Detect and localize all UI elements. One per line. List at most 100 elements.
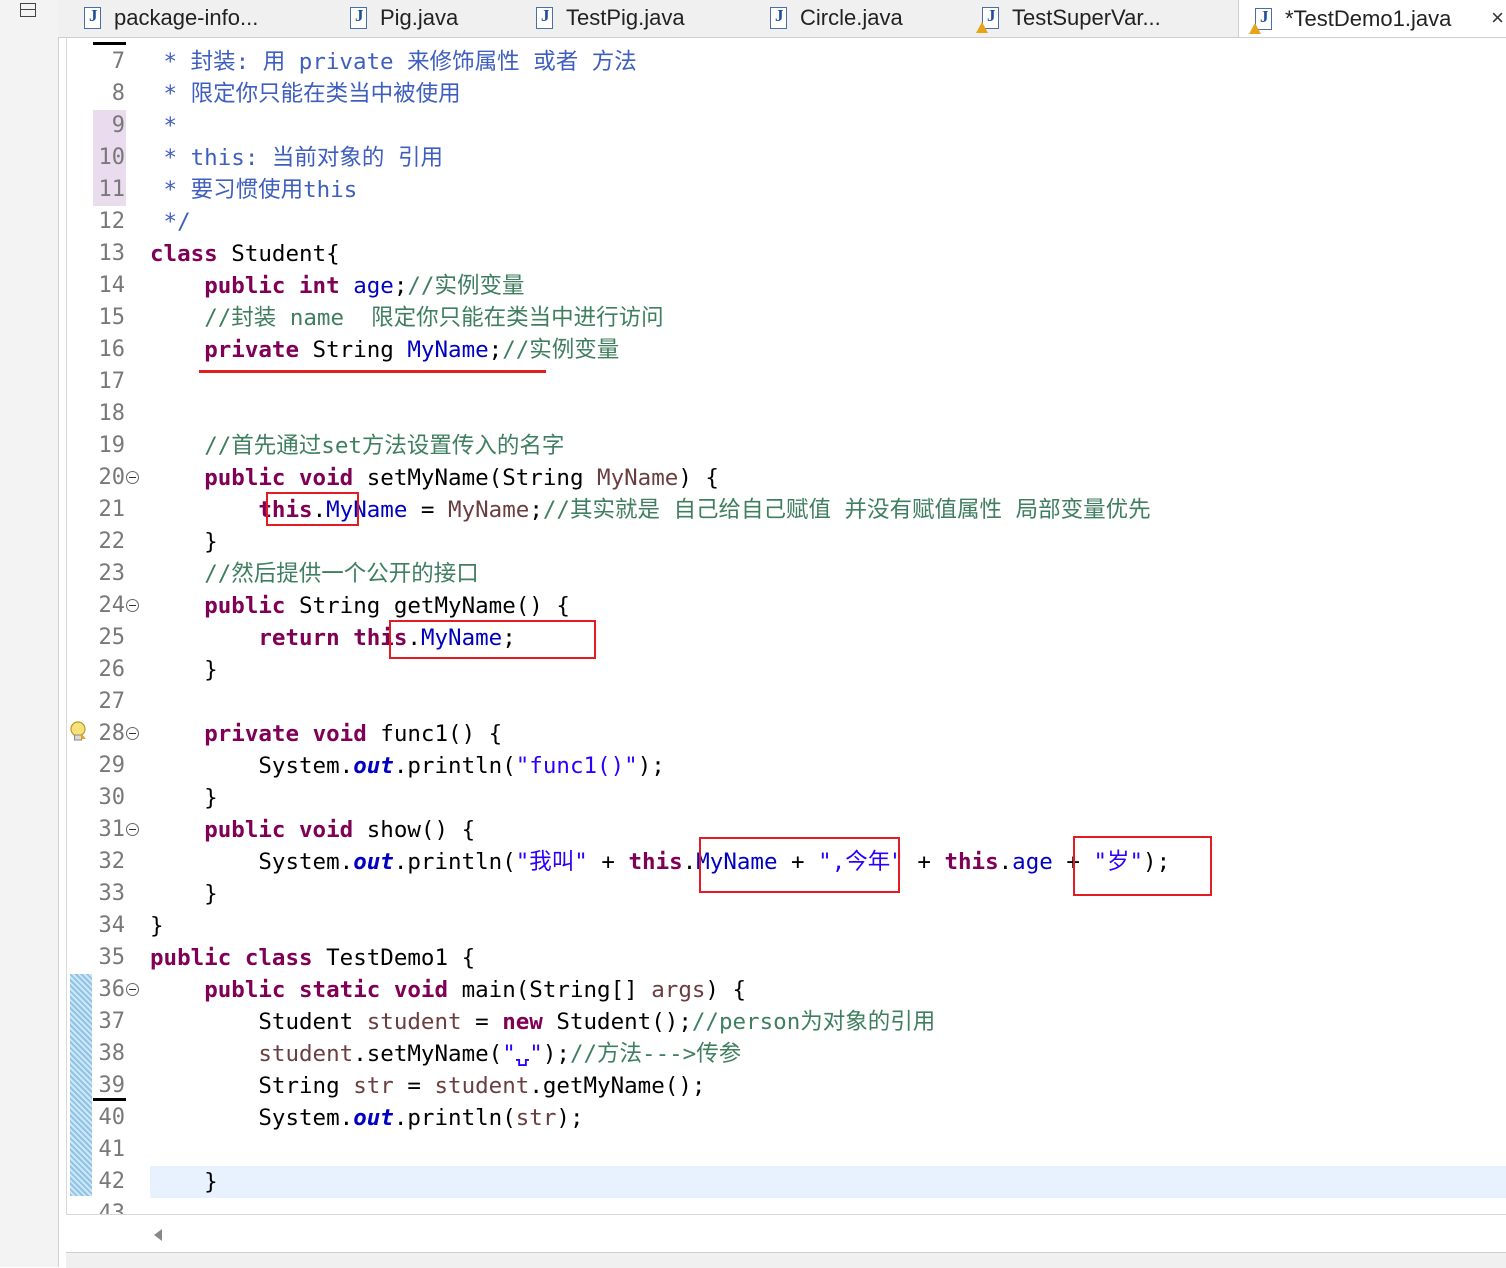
code-line: * 限定你只能在类当中被使用 bbox=[150, 78, 461, 110]
java-file-warning-icon: J bbox=[1249, 6, 1275, 34]
tab-pig-java[interactable]: J Pig.java bbox=[348, 0, 458, 36]
code-editor[interactable]: 7 8 9 10 11 12 13 14 15 16 17 18 19 20 21 22 23 24 25 26 27 2… bbox=[66, 38, 1506, 1214]
code-line: } bbox=[150, 878, 218, 910]
line-number: 33 bbox=[98, 881, 126, 906]
fold-collapse-icon[interactable] bbox=[126, 983, 139, 996]
fold-collapse-icon[interactable] bbox=[126, 823, 139, 836]
code-token: . bbox=[682, 849, 697, 875]
line-number: 36 bbox=[98, 977, 126, 1002]
tab-label: TestPig.java bbox=[566, 5, 685, 30]
code-line: //首先通过set方法设置传入的名字 bbox=[150, 430, 564, 462]
fold-collapse-icon[interactable] bbox=[126, 599, 139, 612]
tab-label: TestSuperVar... bbox=[1012, 5, 1161, 30]
java-file-icon: J bbox=[768, 5, 790, 31]
code-token: = bbox=[461, 1009, 503, 1035]
code-token: func1() { bbox=[366, 721, 503, 747]
code-token: = bbox=[407, 497, 449, 523]
code-token: * 封装: 用 private 来修饰属性 或者 方法 bbox=[150, 49, 637, 75]
code-token: MyName bbox=[597, 465, 679, 491]
line-number: 27 bbox=[98, 689, 126, 714]
code-token: class bbox=[150, 241, 218, 267]
code-line: public String getMyName() { bbox=[150, 590, 570, 622]
close-tab-icon[interactable]: × bbox=[1491, 5, 1504, 31]
code-token: student bbox=[258, 1041, 354, 1067]
code-token: void bbox=[299, 465, 354, 491]
code-token: } bbox=[150, 785, 218, 811]
horizontal-scrollbar[interactable] bbox=[66, 1214, 1506, 1253]
code-token: //方法--->传参 bbox=[569, 1041, 742, 1067]
line-number: 24 bbox=[98, 593, 126, 618]
scroll-left-icon[interactable] bbox=[154, 1229, 162, 1241]
code-token: * 限定你只能在类当中被使用 bbox=[150, 81, 461, 107]
line-number: 23 bbox=[98, 561, 126, 586]
line-number: 20 bbox=[98, 465, 126, 490]
line-number: 25 bbox=[98, 625, 126, 650]
line-number: 31 bbox=[98, 817, 126, 842]
code-token: public bbox=[204, 273, 286, 299]
tab-testdemo1-java[interactable]: J *TestDemo1.java × bbox=[1238, 0, 1506, 37]
code-token: out bbox=[353, 849, 394, 875]
fold-collapse-icon[interactable] bbox=[126, 727, 139, 740]
code-token: TestDemo1 { bbox=[312, 945, 476, 971]
code-token: show() { bbox=[353, 817, 476, 843]
tab-package-info[interactable]: J package-info... bbox=[82, 0, 258, 36]
tab-label: package-info... bbox=[114, 5, 259, 30]
code-token: "我叫" bbox=[515, 849, 588, 875]
code-line: //然后提供一个公开的接口 bbox=[150, 558, 479, 590]
code-token: void bbox=[393, 977, 449, 1003]
code-token: student bbox=[434, 1073, 530, 1099]
code-token: System. bbox=[150, 753, 354, 779]
line-number: 22 bbox=[98, 529, 126, 554]
line-number-gutter: 7 8 9 10 11 12 13 14 15 16 17 18 19 20 21 22 23 24 25 26 27 2… bbox=[93, 38, 148, 1214]
code-line: public class TestDemo1 { bbox=[150, 942, 475, 974]
code-token: ; bbox=[488, 337, 503, 363]
annotation-box bbox=[266, 492, 359, 526]
restore-icon[interactable] bbox=[20, 3, 36, 17]
code-token: "⍽" bbox=[502, 1041, 543, 1067]
tab-testpig-java[interactable]: J TestPig.java bbox=[534, 0, 685, 36]
code-token: void bbox=[299, 817, 354, 843]
code-token: args bbox=[651, 977, 706, 1003]
code-token: //然后提供一个公开的接口 bbox=[204, 561, 479, 587]
line-number: 39 bbox=[98, 1073, 126, 1098]
code-token: = bbox=[393, 1073, 435, 1099]
code-token: * this: 当前对象的 引用 bbox=[150, 145, 443, 171]
code-token: private bbox=[204, 721, 300, 747]
code-token: String getMyName() { bbox=[285, 593, 570, 619]
tab-testsupervar[interactable]: J TestSuperVar... bbox=[976, 0, 1161, 36]
tab-circle-java[interactable]: J Circle.java bbox=[768, 0, 903, 36]
line-number: 12 bbox=[98, 209, 126, 234]
bottom-panel-edge bbox=[66, 1252, 1506, 1268]
line-number: 35 bbox=[98, 945, 126, 970]
code-area[interactable]: * 封装: 用 private 来修饰属性 或者 方法 * 限定你只能在类当中被… bbox=[150, 38, 1506, 1214]
tab-label: *TestDemo1.java bbox=[1285, 5, 1452, 31]
code-line: public void setMyName(String MyName) { bbox=[150, 462, 719, 494]
code-token: this bbox=[628, 849, 683, 875]
quick-fix-lightbulb-icon[interactable] bbox=[69, 721, 87, 743]
code-line: Student student = new Student();//person… bbox=[150, 1006, 935, 1038]
code-token: //首先通过set方法设置传入的名字 bbox=[204, 433, 565, 459]
overview-ruler bbox=[67, 38, 93, 1214]
code-token: Student{ bbox=[217, 241, 340, 267]
code-line: private String MyName;//实例变量 bbox=[150, 334, 619, 366]
code-token: public bbox=[204, 817, 286, 843]
line-number: 8 bbox=[111, 81, 125, 106]
code-token: String bbox=[150, 1073, 354, 1099]
line-number: 19 bbox=[98, 433, 126, 458]
code-token: } bbox=[150, 1169, 218, 1195]
line-number: 43 bbox=[98, 1201, 126, 1214]
code-line: * bbox=[150, 110, 178, 142]
line-number: 9 bbox=[111, 113, 125, 138]
fold-collapse-icon[interactable] bbox=[126, 471, 139, 484]
